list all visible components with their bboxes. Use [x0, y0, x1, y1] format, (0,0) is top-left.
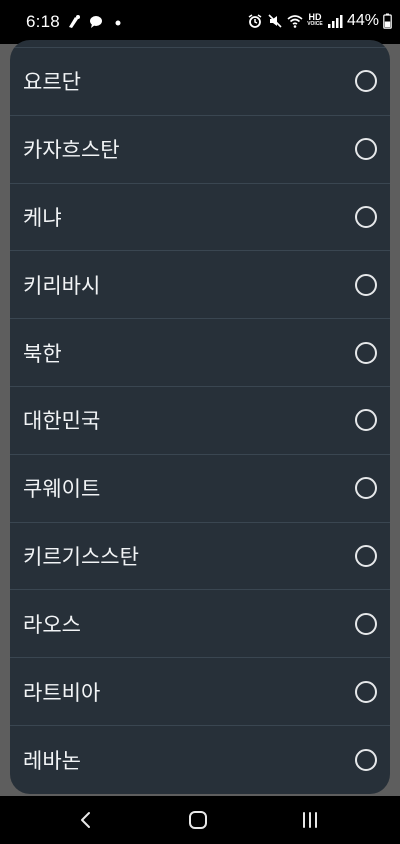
country-label: 레바논 — [23, 748, 81, 773]
radio-button[interactable] — [355, 138, 377, 161]
battery-percent: 44% — [346, 12, 379, 29]
list-item[interactable]: 라트비아 — [10, 658, 390, 726]
country-label: 키르기스스탄 — [23, 544, 139, 569]
country-list: 요르단 카자흐스탄 케냐 키리바시 북한 대한민국 쿠웨이트 키르기스스탄 라오… — [10, 48, 390, 794]
recent-apps-icon[interactable] — [298, 808, 322, 832]
status-left: 6:18 — [26, 12, 126, 32]
radio-button[interactable] — [355, 680, 377, 703]
country-label: 라트비아 — [23, 680, 101, 705]
list-item[interactable]: 키르기스스탄 — [10, 523, 390, 591]
radio-button[interactable] — [355, 748, 377, 771]
list-item[interactable]: 카자흐스탄 — [10, 116, 390, 184]
radio-button[interactable] — [355, 477, 377, 500]
country-label: 쿠웨이트 — [23, 477, 101, 502]
wifi-icon — [287, 13, 303, 29]
status-bar: 6:18 HD VOICE 44% — [0, 0, 400, 44]
radio-button[interactable] — [355, 273, 377, 296]
radio-button[interactable] — [355, 70, 377, 93]
status-time: 6:18 — [26, 12, 60, 31]
radio-button[interactable] — [355, 341, 377, 364]
country-label: 라오스 — [23, 612, 81, 637]
list-item[interactable]: 요르단 — [10, 48, 390, 116]
country-label: 케냐 — [23, 205, 62, 230]
radio-button[interactable] — [355, 544, 377, 567]
home-icon[interactable] — [186, 808, 210, 832]
chat-icon — [88, 14, 104, 30]
list-item[interactable]: 레바논 — [10, 726, 390, 794]
list-item[interactable]: 라오스 — [10, 590, 390, 659]
mute-icon — [267, 13, 283, 29]
navigation-bar — [0, 796, 400, 844]
country-label: 요르단 — [23, 70, 81, 95]
list-item[interactable]: 대한민국 — [10, 387, 390, 455]
radio-button[interactable] — [355, 205, 377, 228]
country-label: 키리바시 — [23, 273, 101, 298]
hd-voice-icon: HD VOICE — [307, 13, 323, 29]
signal-icon — [327, 13, 343, 29]
radio-button[interactable] — [355, 612, 377, 635]
list-item[interactable]: 케냐 — [10, 184, 390, 252]
list-item[interactable]: 북한 — [10, 319, 390, 387]
country-selection-sheet: 요르단 카자흐스탄 케냐 키리바시 북한 대한민국 쿠웨이트 키르기스스탄 라오… — [10, 40, 390, 794]
country-label: 대한민국 — [23, 409, 101, 434]
battery-icon — [383, 13, 392, 29]
alarm-icon — [247, 13, 263, 29]
voice-label: VOICE — [307, 21, 323, 27]
list-item[interactable]: 키리바시 — [10, 251, 390, 320]
country-label: 카자흐스탄 — [23, 138, 120, 163]
notification-icon — [66, 14, 82, 30]
hd-label: HD — [308, 12, 322, 22]
back-icon[interactable] — [74, 808, 98, 832]
status-right: HD VOICE 44% — [247, 12, 392, 30]
list-item[interactable]: 쿠웨이트 — [10, 455, 390, 523]
dot-icon — [110, 14, 126, 30]
country-label: 북한 — [23, 341, 62, 366]
radio-button[interactable] — [355, 409, 377, 432]
